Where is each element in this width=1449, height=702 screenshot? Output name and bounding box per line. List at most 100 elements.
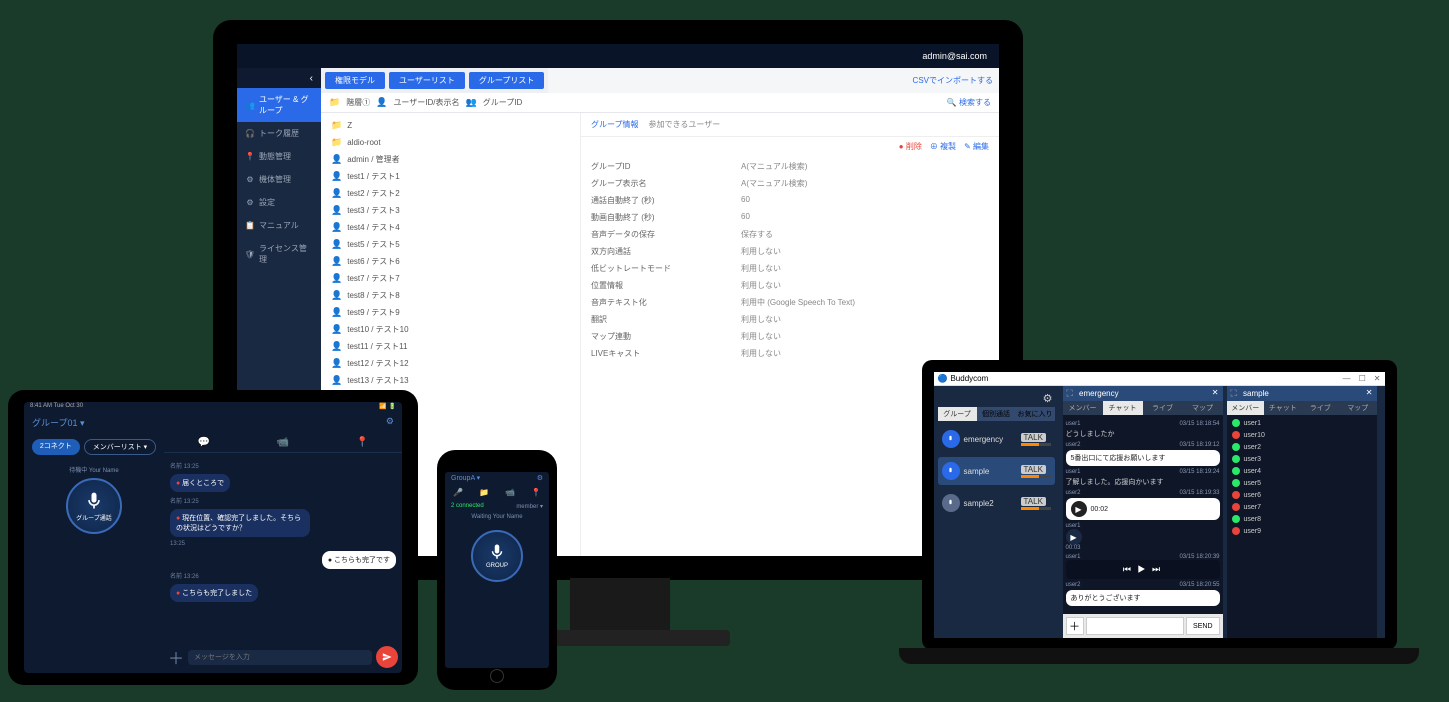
- prop-key: マップ連動: [591, 331, 741, 342]
- phone-mode-icon[interactable]: 🎤: [453, 488, 463, 497]
- group-item[interactable]: sample2TALK: [938, 489, 1055, 517]
- tree-user[interactable]: 👤test12 / テスト12: [321, 355, 580, 372]
- phone-home-button[interactable]: [490, 669, 504, 683]
- connection-count-pill[interactable]: 2コネクト: [32, 439, 80, 455]
- tree-user[interactable]: 👤test6 / テスト6: [321, 253, 580, 270]
- tree-user[interactable]: 👤test13 / テスト13: [321, 372, 580, 389]
- attach-icon[interactable]: ＋: [168, 645, 184, 669]
- tree-folder[interactable]: 📁Z: [321, 117, 580, 134]
- tree-folder[interactable]: 📁aldio-root: [321, 134, 580, 151]
- sidebar-item[interactable]: 📋マニュアル: [237, 214, 321, 237]
- play-button[interactable]: ▶: [1071, 501, 1087, 517]
- member-row[interactable]: user6: [1229, 489, 1375, 501]
- sidebar-item[interactable]: 🎧トーク履歴: [237, 122, 321, 145]
- tree-user[interactable]: 👤test7 / テスト7: [321, 270, 580, 287]
- phone-settings-icon[interactable]: ⚙: [537, 474, 543, 482]
- bc-group[interactable]: グループID: [483, 97, 523, 108]
- csv-import-link[interactable]: CSVでインポートする: [907, 73, 999, 88]
- member-pane-close-icon[interactable]: ✕: [1366, 388, 1373, 399]
- pane-tab[interactable]: ライブ: [1143, 401, 1183, 415]
- bc-user[interactable]: ユーザーID/表示名: [393, 97, 459, 108]
- video-controls[interactable]: ⏮ ▶ ⏭: [1123, 564, 1162, 575]
- expand-icon[interactable]: ⛶: [1067, 388, 1073, 398]
- search-link[interactable]: 🔍 検索する: [947, 97, 991, 108]
- sidebar-tab[interactable]: 個別通話: [977, 407, 1016, 421]
- tab-chat[interactable]: 💬: [197, 437, 209, 448]
- tree-user[interactable]: 👤test5 / テスト5: [321, 236, 580, 253]
- play-button[interactable]: ▶: [1066, 529, 1082, 545]
- phone-talk-button[interactable]: GROUP: [471, 530, 523, 582]
- chat-text-input[interactable]: [1086, 617, 1185, 635]
- tree-user[interactable]: 👤test1 / テスト1: [321, 168, 580, 185]
- tab-video[interactable]: 📹: [277, 437, 289, 448]
- tab-button[interactable]: グループリスト: [469, 72, 545, 89]
- tab-group-info[interactable]: グループ情報: [591, 119, 639, 130]
- sidebar-item[interactable]: 📍動態管理: [237, 145, 321, 168]
- group-item[interactable]: sampleTALK: [938, 457, 1055, 485]
- tab-map[interactable]: 📍: [356, 437, 368, 448]
- pane-tab[interactable]: メンバー: [1227, 401, 1265, 415]
- bc-org[interactable]: 階層①: [346, 97, 370, 108]
- pane-tab[interactable]: メンバー: [1063, 401, 1103, 415]
- edit-button[interactable]: ✎ 編集: [964, 141, 989, 152]
- tab-button[interactable]: ユーザーリスト: [389, 72, 465, 89]
- tab-members[interactable]: 参加できるユーザー: [649, 119, 721, 130]
- laptop-base: [899, 648, 1419, 664]
- phone-member-dropdown[interactable]: member ▾: [516, 503, 543, 510]
- delete-button[interactable]: ● 削除: [899, 141, 922, 152]
- member-row[interactable]: user8: [1229, 513, 1375, 525]
- member-row[interactable]: user9: [1229, 525, 1375, 537]
- sidebar-tab[interactable]: グループ: [938, 407, 977, 421]
- send-button[interactable]: SEND: [1186, 617, 1219, 635]
- tree-user[interactable]: 👤test11 / テスト11: [321, 338, 580, 355]
- maximize-button[interactable]: ☐: [1359, 374, 1366, 383]
- tree-user[interactable]: 👤test2 / テスト2: [321, 185, 580, 202]
- member-row[interactable]: user1: [1229, 417, 1375, 429]
- member-row[interactable]: user4: [1229, 465, 1375, 477]
- tablet-settings-icon[interactable]: ⚙: [386, 416, 394, 429]
- sidebar-item[interactable]: ⚙設定: [237, 191, 321, 214]
- member-row[interactable]: user7: [1229, 501, 1375, 513]
- sidebar-item[interactable]: 👥ユーザー & グループ: [237, 88, 321, 122]
- phone-mode-icon[interactable]: 📁: [479, 488, 489, 497]
- pane-tab[interactable]: マップ: [1339, 401, 1377, 415]
- pane-tab[interactable]: マップ: [1183, 401, 1223, 415]
- tablet-group-title[interactable]: グループ01 ▾: [32, 416, 85, 429]
- tree-user[interactable]: 👤test4 / テスト4: [321, 219, 580, 236]
- member-list-pill[interactable]: メンバーリスト ▾: [84, 439, 156, 455]
- window-titlebar[interactable]: 🔵 Buddycom — ☐ ✕: [934, 372, 1385, 386]
- tree-user[interactable]: 👤test3 / テスト3: [321, 202, 580, 219]
- tablet-talk-button[interactable]: グループ通話: [66, 478, 122, 534]
- member-row[interactable]: user10: [1229, 429, 1375, 441]
- user-email[interactable]: admin@sai.com: [922, 51, 987, 61]
- member-row[interactable]: user5: [1229, 477, 1375, 489]
- minimize-button[interactable]: —: [1343, 374, 1351, 383]
- phone-mode-icon[interactable]: 📹: [505, 488, 515, 497]
- tree-user[interactable]: 👤admin / 管理者: [321, 151, 580, 168]
- pane-tab[interactable]: チャット: [1103, 401, 1143, 415]
- pane-tab[interactable]: チャット: [1264, 401, 1302, 415]
- sidebar-item[interactable]: 🛡ライセンス管理: [237, 237, 321, 271]
- member-row[interactable]: user3: [1229, 453, 1375, 465]
- expand-icon[interactable]: ⛶: [1231, 388, 1237, 398]
- tab-button[interactable]: 権限モデル: [325, 72, 385, 89]
- sidebar-collapse-button[interactable]: ‹: [237, 68, 321, 88]
- sidebar-tab[interactable]: お気に入り: [1016, 407, 1055, 421]
- member-row[interactable]: user2: [1229, 441, 1375, 453]
- settings-icon[interactable]: ⚙: [1041, 390, 1055, 407]
- chat-input[interactable]: [188, 650, 372, 665]
- attach-button[interactable]: ＋: [1066, 617, 1084, 635]
- pane-tab[interactable]: ライブ: [1302, 401, 1340, 415]
- sidebar-item[interactable]: ⚙機体管理: [237, 168, 321, 191]
- member-name: user7: [1244, 504, 1262, 511]
- duplicate-button[interactable]: ⊕ 複製: [930, 141, 956, 152]
- phone-group-title[interactable]: GroupA ▾: [451, 474, 480, 482]
- chat-pane-close-icon[interactable]: ✕: [1212, 388, 1219, 399]
- tree-user[interactable]: 👤test9 / テスト9: [321, 304, 580, 321]
- phone-mode-icon[interactable]: 📍: [531, 488, 541, 497]
- close-button[interactable]: ✕: [1374, 374, 1381, 383]
- send-button[interactable]: [376, 646, 398, 668]
- tree-user[interactable]: 👤test10 / テスト10: [321, 321, 580, 338]
- tree-user[interactable]: 👤test8 / テスト8: [321, 287, 580, 304]
- group-item[interactable]: emergencyTALK: [938, 425, 1055, 453]
